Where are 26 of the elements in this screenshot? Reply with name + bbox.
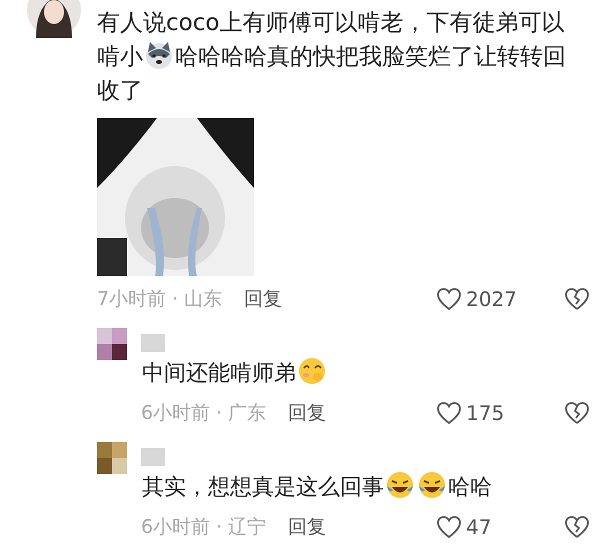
broken-heart-icon[interactable] — [564, 515, 590, 539]
blurred-username — [141, 448, 165, 466]
time-location: 6小时前 · 辽宁 — [141, 514, 266, 540]
reply-text: 中间还能啃师弟 — [142, 356, 590, 390]
like-count: 47 — [466, 514, 492, 541]
reply-link[interactable]: 回复 — [288, 398, 326, 428]
reply-text: 其实，想想真是这么回事 哈哈 — [142, 470, 590, 504]
blurred-username — [141, 334, 165, 352]
heart-icon[interactable] — [436, 287, 462, 311]
broken-heart-icon[interactable] — [564, 401, 590, 425]
laughing-tears-icon — [385, 470, 415, 500]
broken-heart-icon[interactable] — [564, 287, 590, 311]
avatar[interactable] — [97, 328, 127, 360]
reply-link[interactable]: 回复 — [244, 284, 282, 314]
time-location: 7小时前 · 山东 — [97, 286, 222, 312]
smiling-face-icon — [297, 356, 327, 386]
dog-face-icon — [144, 40, 174, 70]
time-location: 6小时前 · 广东 — [141, 400, 266, 426]
heart-icon[interactable] — [436, 515, 462, 539]
avatar[interactable] — [26, 0, 82, 38]
comment-text: 有人说coco上有师傅可以啃老，下有徒弟可以 啃小 哈哈哈哈真的快把我脸笑烂了让转转回 收了 — [97, 9, 567, 106]
laughing-tears-icon — [417, 470, 447, 500]
like-count: 2027 — [466, 286, 517, 313]
reply-link[interactable]: 回复 — [288, 512, 326, 542]
heart-icon[interactable] — [436, 401, 462, 425]
like-count: 175 — [466, 400, 504, 427]
